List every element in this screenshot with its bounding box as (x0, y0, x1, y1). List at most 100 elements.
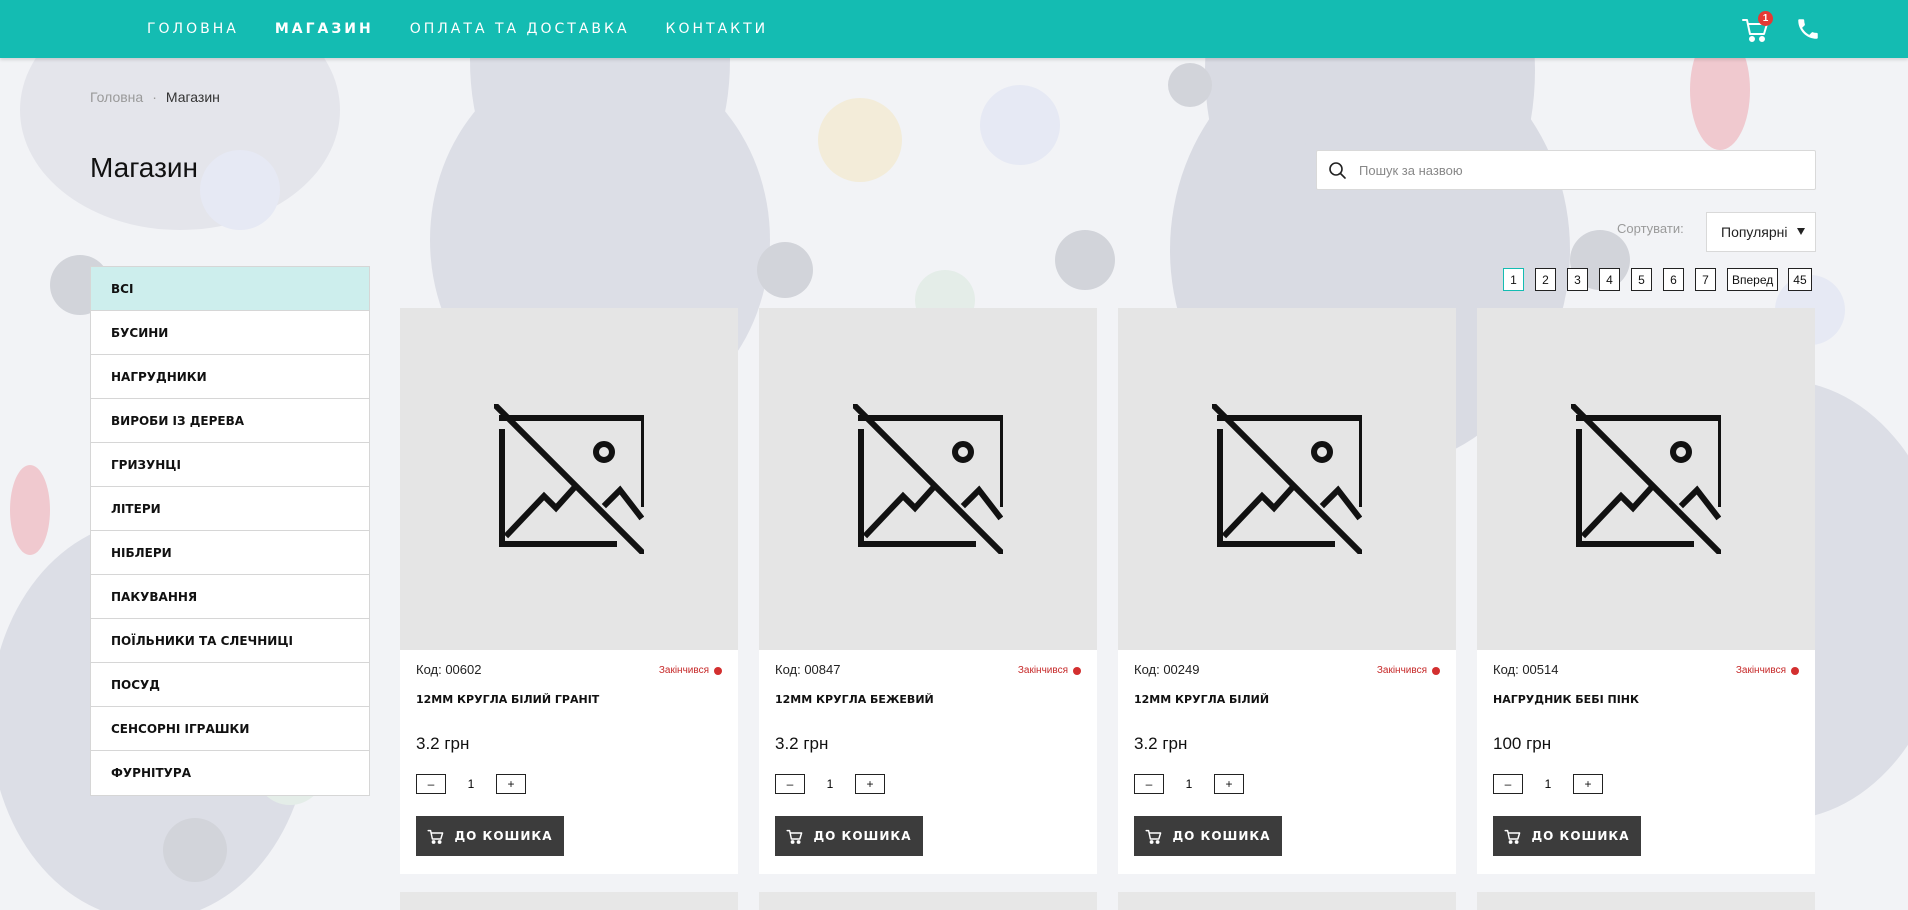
quantity-stepper: – + (775, 774, 885, 794)
page-button-5[interactable]: 5 (1631, 268, 1652, 291)
category-drinkers[interactable]: ПОЇЛЬНИКИ ТА СЛЕЧНИЦІ (91, 619, 369, 663)
nav-shop[interactable]: МАГАЗИН (275, 21, 374, 37)
stock-status-label: Закінчився (1735, 665, 1786, 676)
add-to-cart-button[interactable]: ДО КОШИКА (1134, 816, 1282, 856)
add-to-cart-label: ДО КОШИКА (1531, 829, 1630, 843)
breadcrumb: Головна · Магазин (90, 89, 220, 105)
product-name[interactable]: 12ММ КРУГЛА БІЛИЙ ГРАНІТ (416, 693, 599, 706)
out-of-stock-dot-icon (1073, 666, 1081, 675)
category-teethers[interactable]: ГРИЗУНЦІ (91, 443, 369, 487)
out-of-stock-dot-icon (1432, 666, 1440, 675)
product-card: Код: 00514 Закінчився НАГРУДНИК БЕБІ ПІН… (1477, 308, 1815, 874)
product-image[interactable] (759, 308, 1097, 650)
product-card: Код: 00602 Закінчився 12ММ КРУГЛА БІЛИЙ … (400, 308, 738, 874)
quantity-input[interactable] (446, 774, 496, 794)
product-name[interactable]: 12ММ КРУГЛА БІЛИЙ (1134, 693, 1269, 706)
out-of-stock-dot-icon (714, 666, 722, 675)
page-button-3[interactable]: 3 (1567, 268, 1588, 291)
add-to-cart-label: ДО КОШИКА (813, 829, 912, 843)
breadcrumb-home-link[interactable]: Головна (90, 89, 143, 105)
product-card: Код: 00249 Закінчився 12ММ КРУГЛА БІЛИЙ … (1118, 308, 1456, 874)
product-card-partial (759, 892, 1097, 910)
category-sidebar: ВСІ БУСИНИ НАГРУДНИКИ ВИРОБИ ІЗ ДЕРЕВА Г… (90, 266, 370, 796)
nav-payment-delivery[interactable]: ОПЛАТА ТА ДОСТАВКА (410, 21, 630, 37)
product-price: 100 грн (1493, 734, 1552, 753)
product-image[interactable] (1118, 308, 1456, 650)
stock-status: Закінчився (1018, 665, 1081, 676)
quantity-plus-button[interactable]: + (1573, 774, 1603, 794)
page-button-6[interactable]: 6 (1663, 268, 1684, 291)
category-all[interactable]: ВСІ (91, 267, 369, 311)
add-to-cart-label: ДО КОШИКА (1172, 829, 1271, 843)
cart-button[interactable]: 1 (1741, 11, 1773, 44)
quantity-plus-button[interactable]: + (855, 774, 885, 794)
product-card-partial (1477, 892, 1815, 910)
top-navbar: ГОЛОВНА МАГАЗИН ОПЛАТА ТА ДОСТАВКА КОНТА… (0, 0, 1908, 58)
quantity-minus-button[interactable]: – (416, 774, 446, 794)
quantity-stepper: – + (1134, 774, 1244, 794)
category-bibs[interactable]: НАГРУДНИКИ (91, 355, 369, 399)
quantity-input[interactable] (1523, 774, 1573, 794)
out-of-stock-dot-icon (1791, 666, 1799, 675)
search-icon (1329, 162, 1346, 179)
search-input[interactable] (1359, 162, 1799, 178)
stock-status: Закінчився (1736, 665, 1799, 676)
quantity-stepper: – + (1493, 774, 1603, 794)
product-card-partial (400, 892, 738, 910)
page-button-2[interactable]: 2 (1535, 268, 1556, 291)
category-letters[interactable]: ЛІТЕРИ (91, 487, 369, 531)
category-packaging[interactable]: ПАКУВАННЯ (91, 575, 369, 619)
product-code: Код: 00847 (775, 662, 841, 677)
cart-count-badge: 1 (1758, 11, 1773, 26)
sort-select[interactable]: Популярні (1706, 212, 1816, 252)
product-code: Код: 00602 (416, 662, 482, 677)
product-image[interactable] (400, 308, 738, 650)
no-image-icon (853, 404, 1003, 554)
nav-home[interactable]: ГОЛОВНА (147, 21, 239, 37)
breadcrumb-separator: · (152, 89, 157, 105)
add-to-cart-button[interactable]: ДО КОШИКА (416, 816, 564, 856)
stock-status: Закінчився (659, 665, 722, 676)
page-last-button[interactable]: 45 (1788, 268, 1812, 291)
main-nav: ГОЛОВНА МАГАЗИН ОПЛАТА ТА ДОСТАВКА КОНТА… (147, 0, 804, 58)
page-button-1[interactable]: 1 (1503, 268, 1524, 291)
category-nibblers[interactable]: НІБЛЕРИ (91, 531, 369, 575)
category-tableware[interactable]: ПОСУД (91, 663, 369, 707)
add-to-cart-button[interactable]: ДО КОШИКА (1493, 816, 1641, 856)
quantity-plus-button[interactable]: + (496, 774, 526, 794)
stock-status-label: Закінчився (658, 665, 709, 676)
product-price: 3.2 грн (416, 734, 470, 753)
phone-button[interactable] (1795, 16, 1821, 42)
product-name[interactable]: НАГРУДНИК БЕБІ ПІНК (1493, 693, 1639, 706)
cart-icon (1145, 829, 1162, 844)
phone-icon (1798, 19, 1818, 39)
main-content: Головна · Магазин Магазин Сортувати: Поп… (0, 58, 1908, 910)
page-button-4[interactable]: 4 (1599, 268, 1620, 291)
quantity-stepper: – + (416, 774, 526, 794)
quantity-minus-button[interactable]: – (775, 774, 805, 794)
page-next-button[interactable]: Вперед (1727, 268, 1779, 291)
add-to-cart-button[interactable]: ДО КОШИКА (775, 816, 923, 856)
category-beads[interactable]: БУСИНИ (91, 311, 369, 355)
nav-contacts[interactable]: КОНТАКТИ (666, 21, 769, 37)
product-price: 3.2 грн (1134, 734, 1188, 753)
quantity-minus-button[interactable]: – (1493, 774, 1523, 794)
product-card: Код: 00847 Закінчився 12ММ КРУГЛА БЕЖЕВИ… (759, 308, 1097, 874)
cart-icon (1504, 829, 1521, 844)
quantity-plus-button[interactable]: + (1214, 774, 1244, 794)
category-wood-products[interactable]: ВИРОБИ ІЗ ДЕРЕВА (91, 399, 369, 443)
stock-status-label: Закінчився (1376, 665, 1427, 676)
search-box (1316, 150, 1816, 190)
category-sensory-toys[interactable]: СЕНСОРНІ ІГРАШКИ (91, 707, 369, 751)
product-name[interactable]: 12ММ КРУГЛА БЕЖЕВИЙ (775, 693, 934, 706)
quantity-input[interactable] (1164, 774, 1214, 794)
quantity-minus-button[interactable]: – (1134, 774, 1164, 794)
quantity-input[interactable] (805, 774, 855, 794)
product-image[interactable] (1477, 308, 1815, 650)
caret-down-icon (1797, 228, 1805, 235)
sort-label: Сортувати: (1617, 221, 1684, 236)
page-button-7[interactable]: 7 (1695, 268, 1716, 291)
add-to-cart-label: ДО КОШИКА (454, 829, 553, 843)
category-fittings[interactable]: ФУРНІТУРА (91, 751, 369, 795)
stock-status: Закінчився (1377, 665, 1440, 676)
